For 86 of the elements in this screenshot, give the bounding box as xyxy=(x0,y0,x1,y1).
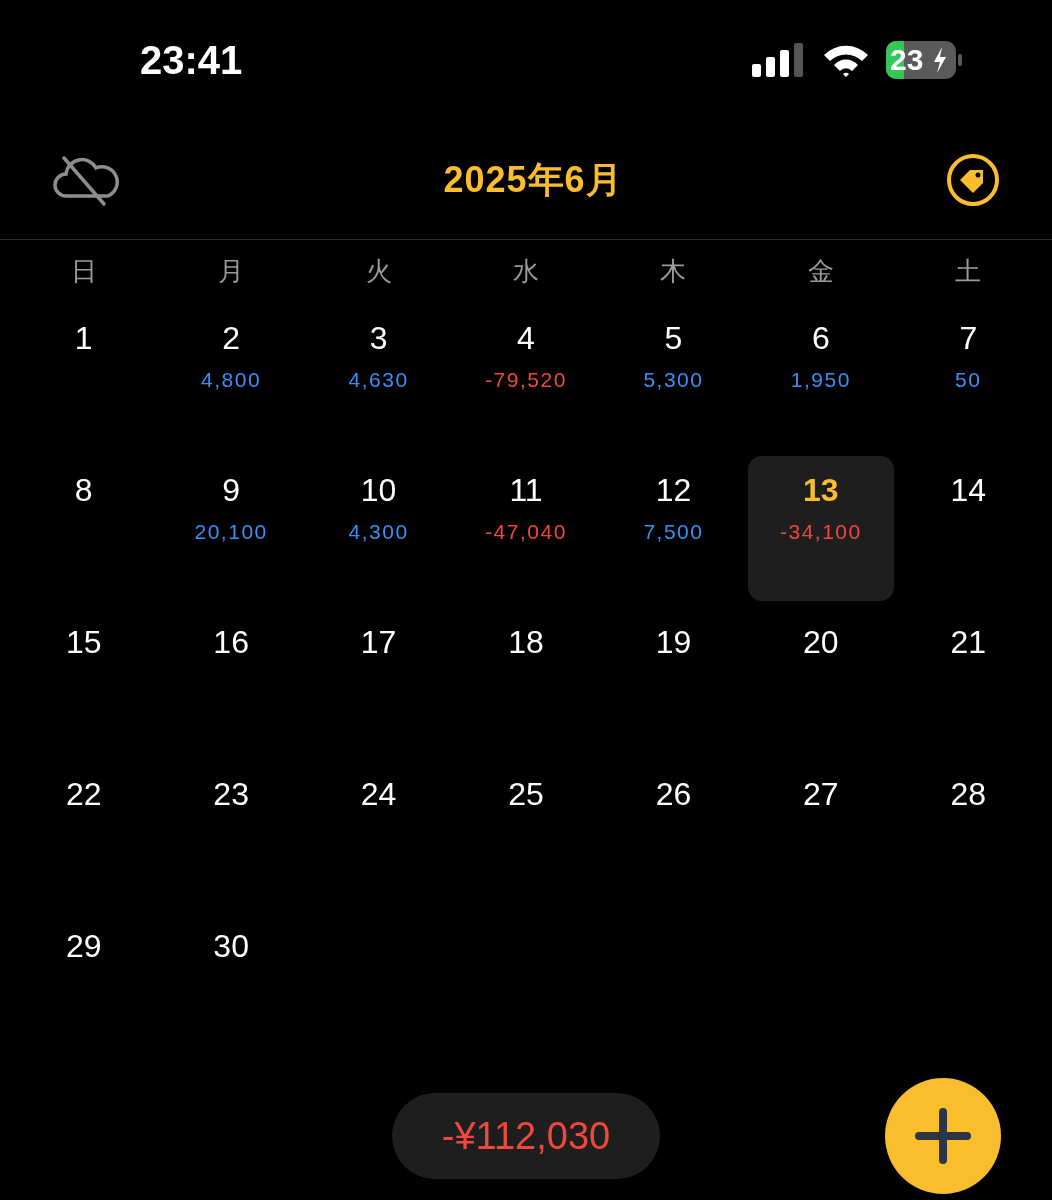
day-number: 1 xyxy=(74,319,93,358)
day-number: 14 xyxy=(950,471,987,510)
day-cell[interactable]: 1 xyxy=(10,304,158,449)
day-cell[interactable]: 19 xyxy=(599,608,748,753)
day-cell[interactable]: 6 1,950 xyxy=(747,304,895,449)
day-number: 17 xyxy=(360,623,397,662)
day-number: 30 xyxy=(213,927,249,966)
day-number: 11 xyxy=(509,471,543,510)
day-number: 19 xyxy=(655,623,692,662)
day-number: 3 xyxy=(369,319,388,358)
weekday-label: 木 xyxy=(660,254,687,288)
day-cell[interactable]: 26 xyxy=(599,760,748,905)
day-amount: 50 xyxy=(955,367,982,393)
day-cell[interactable]: 25 xyxy=(452,760,600,905)
day-number: 13 xyxy=(803,471,839,510)
weekday-label: 火 xyxy=(365,254,392,288)
tag-icon[interactable] xyxy=(946,152,1000,207)
day-amount: -79,520 xyxy=(485,367,567,393)
day-cell[interactable]: 21 xyxy=(894,608,1042,753)
day-cell[interactable]: 17 xyxy=(304,608,453,753)
day-cell[interactable]: 30 xyxy=(157,912,305,1057)
wifi-icon xyxy=(822,43,870,77)
day-number: 15 xyxy=(65,623,102,662)
day-number: 20 xyxy=(803,623,839,662)
day-number: 7 xyxy=(959,319,978,358)
day-number: 4 xyxy=(517,319,535,358)
day-amount: 4,800 xyxy=(201,367,262,393)
day-cell[interactable]: 20 xyxy=(747,608,895,753)
day-number: 12 xyxy=(655,471,692,510)
day-amount: 4,300 xyxy=(348,519,409,545)
day-number: 9 xyxy=(222,471,241,510)
day-number: 27 xyxy=(803,775,839,814)
month-title[interactable]: 2025年6月 xyxy=(443,152,623,207)
day-cell[interactable]: 3 4,630 xyxy=(304,304,453,449)
day-number: 8 xyxy=(74,471,93,510)
day-amount: -34,100 xyxy=(780,519,862,545)
day-cell[interactable]: 10 4,300 xyxy=(304,456,453,601)
weekday-label: 土 xyxy=(955,254,982,288)
day-cell[interactable]: 23 xyxy=(157,760,305,905)
day-cell[interactable]: 14 xyxy=(894,456,1042,601)
cloud-off-icon[interactable] xyxy=(52,153,120,206)
day-number: 29 xyxy=(65,927,102,966)
status-time: 23:41 xyxy=(140,37,243,84)
day-cell[interactable]: 24 xyxy=(304,760,453,905)
day-amount: 7,500 xyxy=(643,519,704,545)
selected-day-cell[interactable]: 13 -34,100 xyxy=(748,456,894,601)
day-amount: 4,630 xyxy=(348,367,409,393)
day-number: 28 xyxy=(950,775,987,814)
weekday-label: 日 xyxy=(70,254,97,288)
day-number: 26 xyxy=(655,775,692,814)
day-number: 10 xyxy=(360,471,397,510)
day-cell[interactable]: 28 xyxy=(894,760,1042,905)
day-amount: -47,040 xyxy=(485,519,567,545)
day-number: 6 xyxy=(811,319,830,358)
day-number: 22 xyxy=(65,775,102,814)
weekday-label: 月 xyxy=(218,254,245,288)
weekday-label: 水 xyxy=(513,254,539,288)
day-cell[interactable]: 22 xyxy=(10,760,158,905)
day-cell[interactable]: 18 xyxy=(452,608,600,753)
day-number: 25 xyxy=(508,775,544,814)
day-cell[interactable]: 27 xyxy=(747,760,895,905)
day-number: 16 xyxy=(213,623,249,662)
day-cell[interactable]: 5 5,300 xyxy=(599,304,748,449)
day-cell[interactable]: 2 4,800 xyxy=(157,304,305,449)
day-cell[interactable]: 12 7,500 xyxy=(599,456,748,601)
day-cell[interactable]: 29 xyxy=(10,912,158,1057)
day-number: 24 xyxy=(360,775,397,814)
day-cell[interactable]: 16 xyxy=(157,608,305,753)
day-cell[interactable]: 7 50 xyxy=(894,304,1042,449)
day-cell[interactable]: 8 xyxy=(10,456,158,601)
day-number: 5 xyxy=(664,319,683,358)
monthly-total[interactable]: -¥112,030 xyxy=(392,1093,660,1179)
day-cell[interactable]: 4 -79,520 xyxy=(452,304,600,449)
day-cell[interactable]: 15 xyxy=(10,608,158,753)
day-number: 21 xyxy=(950,623,987,662)
weekday-label: 金 xyxy=(807,254,834,288)
day-cell[interactable]: 11 -47,040 xyxy=(452,456,600,601)
day-amount: 20,100 xyxy=(194,519,268,545)
plus-icon xyxy=(913,1106,973,1166)
day-number: 2 xyxy=(222,319,241,358)
day-amount: 5,300 xyxy=(643,367,704,393)
day-cell[interactable]: 9 20,100 xyxy=(157,456,305,601)
day-amount: 1,950 xyxy=(790,367,851,393)
day-number: 18 xyxy=(508,623,544,662)
signal-icon xyxy=(752,43,806,77)
day-number: 23 xyxy=(213,775,249,814)
